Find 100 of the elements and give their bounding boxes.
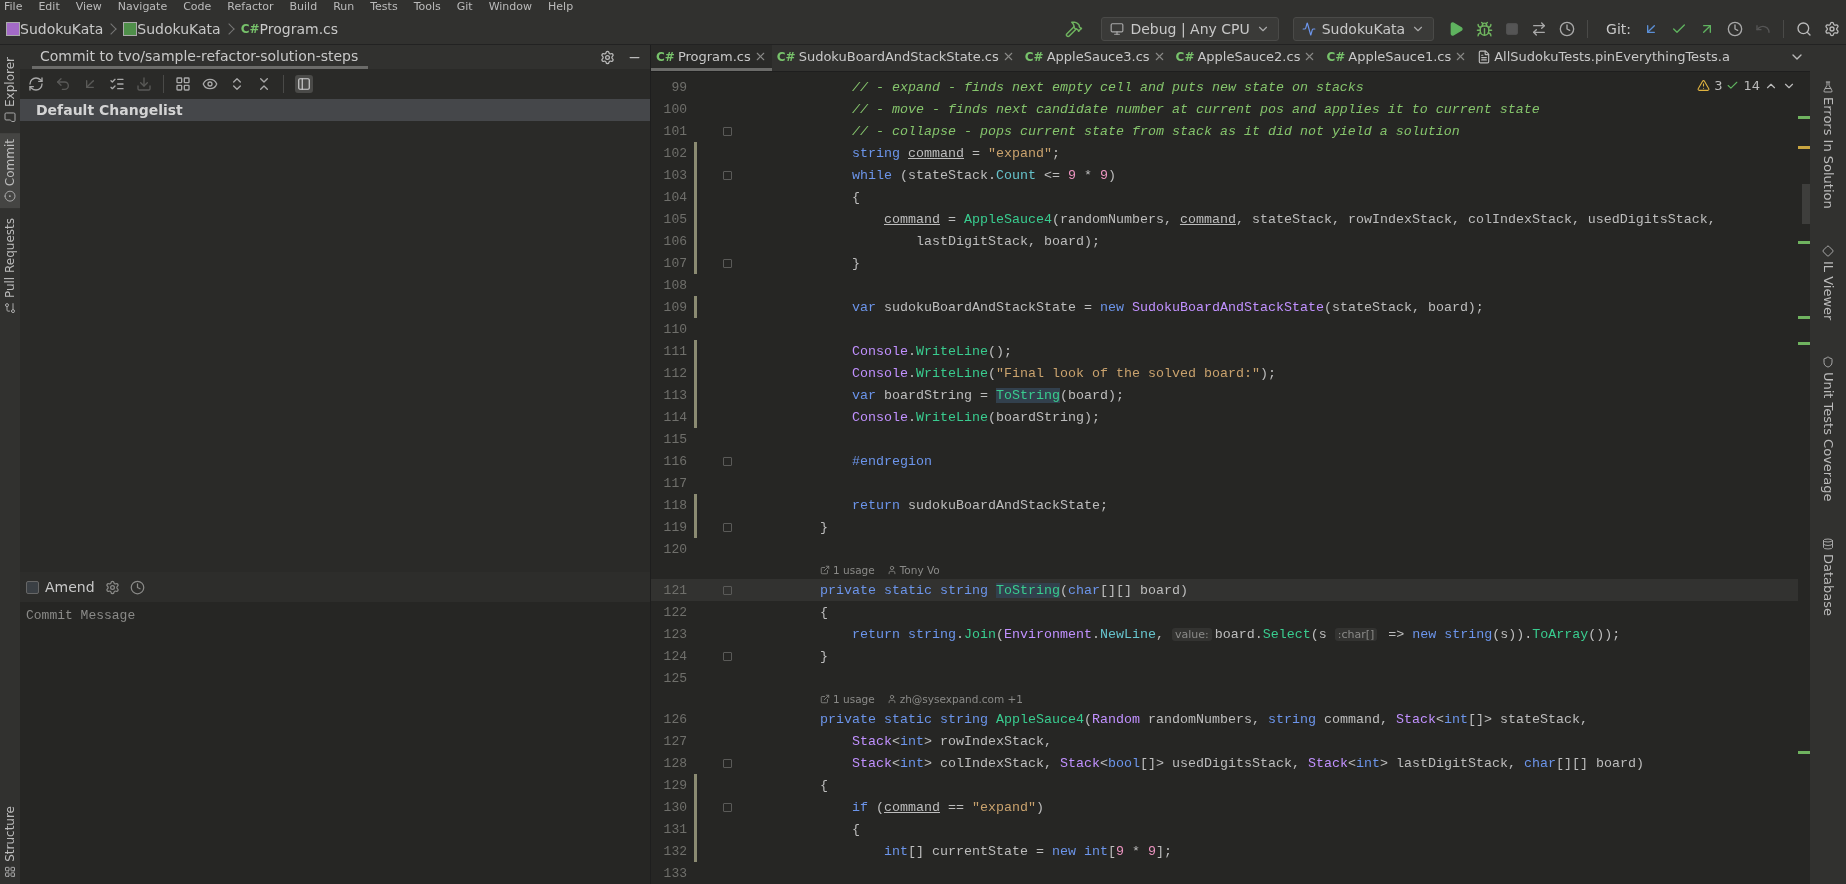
breadcrumb[interactable]: Program.cs [259,21,339,37]
menu-item[interactable]: View [75,0,102,14]
group-icon[interactable] [175,76,191,92]
tool-window-tab[interactable]: Database [1817,531,1839,622]
line-number: 114 [662,409,687,425]
code-line: if (command == "expand") [851,799,1044,815]
tool-window-tab[interactable]: IL Viewer [1817,238,1839,327]
line-number: 100 [662,101,687,117]
hammer-icon[interactable] [1065,20,1084,38]
refresh-icon[interactable] [28,76,44,92]
line-number: 133 [662,865,687,881]
fold-marker[interactable] [723,651,732,661]
code-line: } [851,255,860,271]
line-number: 111 [662,343,687,359]
warning-count[interactable]: 3 [1714,78,1723,93]
code-line: { [851,189,860,205]
bug-icon[interactable] [1476,20,1494,38]
tool-window-icon [4,110,16,123]
warning-icon [1697,79,1711,92]
wave-icon [1301,22,1316,36]
line-number: 121 [662,582,687,598]
menu-item[interactable]: Edit [38,0,60,14]
code-line: { [819,777,828,793]
editor-tab[interactable]: C# AppleSauce3.cs [1019,45,1171,71]
breadcrumb[interactable]: SudokuKata [137,21,221,37]
line-number: 119 [662,519,687,535]
fold-marker[interactable] [723,522,732,532]
fold-marker[interactable] [723,126,732,136]
settings-icon[interactable] [600,49,615,65]
editor-tab[interactable]: C# SudokuBoardAndStackState.cs [771,45,1020,71]
code-line: return sudokuBoardAndStackState; [851,497,1108,513]
menu-item[interactable]: Code [183,0,212,14]
line-number: 127 [662,733,687,749]
menu-item[interactable]: Tests [370,0,398,14]
tool-window-tab[interactable]: Errors In Solution [1817,75,1839,215]
commit-message-field[interactable]: Commit Message [20,602,650,884]
run-config-dropdown[interactable]: SudokuKata [1292,17,1435,41]
settings-icon[interactable] [104,579,120,595]
line-number: 117 [662,475,687,491]
tool-window-tab[interactable]: Commit [0,132,20,209]
search-icon[interactable] [1796,21,1812,37]
history-icon[interactable] [129,579,145,595]
changelist-row[interactable]: Default Changelist [20,99,650,121]
fold-marker[interactable] [723,258,732,268]
editor-tab[interactable]: C# AppleSauce2.cs [1170,45,1322,71]
code-line: Console.WriteLine(); [851,343,1012,359]
menu-item[interactable]: Run [333,0,355,14]
passed-count[interactable]: 14 [1743,78,1760,93]
fold-marker[interactable] [723,585,732,595]
tool-window-icon [1822,356,1834,369]
line-number: 129 [662,777,687,793]
tool-window-tab[interactable]: Explorer [0,51,20,129]
editor-tab[interactable]: C# Program.cs [651,45,772,71]
diff-icon[interactable] [109,76,125,92]
editor-tab[interactable]: AllSudokuTests.pinEverythingTests.a [1472,45,1735,71]
menu-item[interactable]: Git [456,0,473,14]
breadcrumb[interactable]: SudokuKata [20,21,104,37]
line-number: 102 [662,145,687,161]
usages-link[interactable]: 1 usage [820,563,875,576]
tool-window-icon [4,302,16,315]
code-line: { [819,604,828,620]
fold-marker[interactable] [723,802,732,812]
code-line: lastDigitStack, board); [914,233,1100,249]
check-icon [1726,79,1740,92]
tool-window-tab[interactable]: Unit Tests Coverage [1817,350,1839,508]
line-number: 120 [662,541,687,557]
code-line: private static string ToString(char[][] board) [819,582,1188,598]
menu-item[interactable]: File [4,0,23,14]
author-label[interactable]: zh@sysexpand.com +1 [886,692,1023,705]
usages-link[interactable]: 1 usage [820,692,875,705]
fold-marker[interactable] [723,456,732,466]
amend-checkbox[interactable]: Amend [26,579,95,595]
line-number: 101 [662,123,687,139]
menu-item[interactable]: Refactor [227,0,274,14]
author-label[interactable]: Tony Vo [886,563,940,576]
code-line: // - collapse - pops current state from stack as it did not yield a solution [851,123,1460,139]
preview-toggle[interactable] [295,75,313,93]
build-config-dropdown[interactable]: Debug | Any CPU [1101,17,1279,41]
code-line: #endregion [851,453,932,469]
tool-window-tab[interactable]: Pull Requests [0,212,20,321]
eye-icon[interactable] [202,76,218,92]
line-number: 130 [662,799,687,815]
menu-item[interactable]: Tools [413,0,441,14]
fold-marker[interactable] [723,170,732,180]
usages-icon [820,564,830,575]
settings-icon[interactable] [1824,21,1840,37]
line-number: 128 [662,755,687,771]
tool-window-icon [1822,81,1834,93]
code-line: // - expand - finds next empty cell and puts new state on stacks [851,79,1364,95]
menu-item[interactable]: Window [488,0,533,14]
code-line: command = AppleSauce4(randomNumbers, command, stateStack, rowIndexStack, colIndexStack, usedDigitsStack, [883,211,1716,227]
menu-item[interactable]: Build [289,0,318,14]
editor-tab[interactable]: C# AppleSauce1.cs [1321,45,1473,71]
run-icon[interactable] [1448,21,1465,37]
tool-window-tab[interactable]: Structure [0,800,20,884]
menu-item[interactable]: Navigate [117,0,168,14]
code-line: { [851,821,860,837]
history-icon[interactable] [1727,21,1743,37]
fold-marker[interactable] [723,758,732,768]
menu-item[interactable]: Help [548,0,574,14]
